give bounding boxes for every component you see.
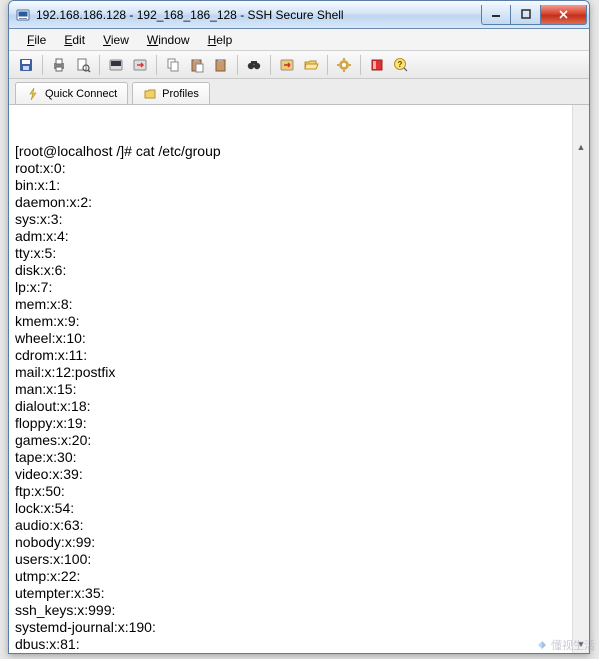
paste-selection-button[interactable] [210,54,232,76]
maximize-button[interactable] [511,5,541,25]
file-transfer-icon [132,57,148,73]
paste-selection-icon [213,57,229,73]
close-button[interactable] [541,5,587,25]
separator [270,55,271,75]
profiles-button[interactable] [300,54,322,76]
folder-icon [143,87,157,101]
quick-connect-tab[interactable]: Quick Connect [15,82,128,104]
new-terminal-button[interactable] [105,54,127,76]
minimize-button[interactable] [481,5,511,25]
menu-file[interactable]: File [19,31,54,49]
separator [99,55,100,75]
help-button[interactable]: ? [390,54,412,76]
save-button[interactable] [15,54,37,76]
new-file-transfer-button[interactable] [129,54,151,76]
terminal-content: [root@localhost /]# cat /etc/group root:… [15,143,583,653]
book-icon [369,57,385,73]
profiles-tab[interactable]: Profiles [132,82,210,104]
settings-button[interactable] [333,54,355,76]
vertical-scrollbar[interactable]: ▲ ▼ [572,105,589,653]
separator [360,55,361,75]
terminal-viewport[interactable]: [root@localhost /]# cat /etc/group root:… [9,105,589,653]
print-preview-icon [75,57,91,73]
app-icon [15,7,31,23]
titlebar: 192.168.186.128 - 192_168_186_128 - SSH … [9,1,589,29]
menubar: File Edit View Window Help [9,29,589,51]
profiles-label: Profiles [162,88,199,100]
window-controls [481,5,587,25]
print-preview-button[interactable] [72,54,94,76]
paste-icon [189,57,205,73]
folder-open-icon [303,57,319,73]
menu-view[interactable]: View [95,31,137,49]
tabbar: Quick Connect Profiles [9,79,589,105]
copy-button[interactable] [162,54,184,76]
terminal-icon [108,57,124,73]
disconnect-button[interactable] [276,54,298,76]
window-title: 192.168.186.128 - 192_168_186_128 - SSH … [36,8,481,22]
disconnect-icon [279,57,295,73]
paste-button[interactable] [186,54,208,76]
app-window: 192.168.186.128 - 192_168_186_128 - SSH … [8,0,590,654]
quick-connect-label: Quick Connect [45,88,117,100]
separator [156,55,157,75]
find-button[interactable] [243,54,265,76]
separator [327,55,328,75]
menu-edit[interactable]: Edit [56,31,93,49]
separator [237,55,238,75]
lightning-icon [26,87,40,101]
help-icon: ? [393,57,409,73]
menu-help[interactable]: Help [200,31,241,49]
toolbar: ? [9,51,589,79]
log-session-button[interactable] [366,54,388,76]
menu-window[interactable]: Window [139,31,198,49]
print-button[interactable] [48,54,70,76]
print-icon [51,57,67,73]
copy-icon [165,57,181,73]
scroll-track[interactable] [573,122,589,636]
gear-icon [336,57,352,73]
save-icon [18,57,34,73]
separator [42,55,43,75]
scroll-down-button[interactable]: ▼ [573,636,589,653]
binoculars-icon [246,57,262,73]
svg-text:?: ? [398,60,403,69]
